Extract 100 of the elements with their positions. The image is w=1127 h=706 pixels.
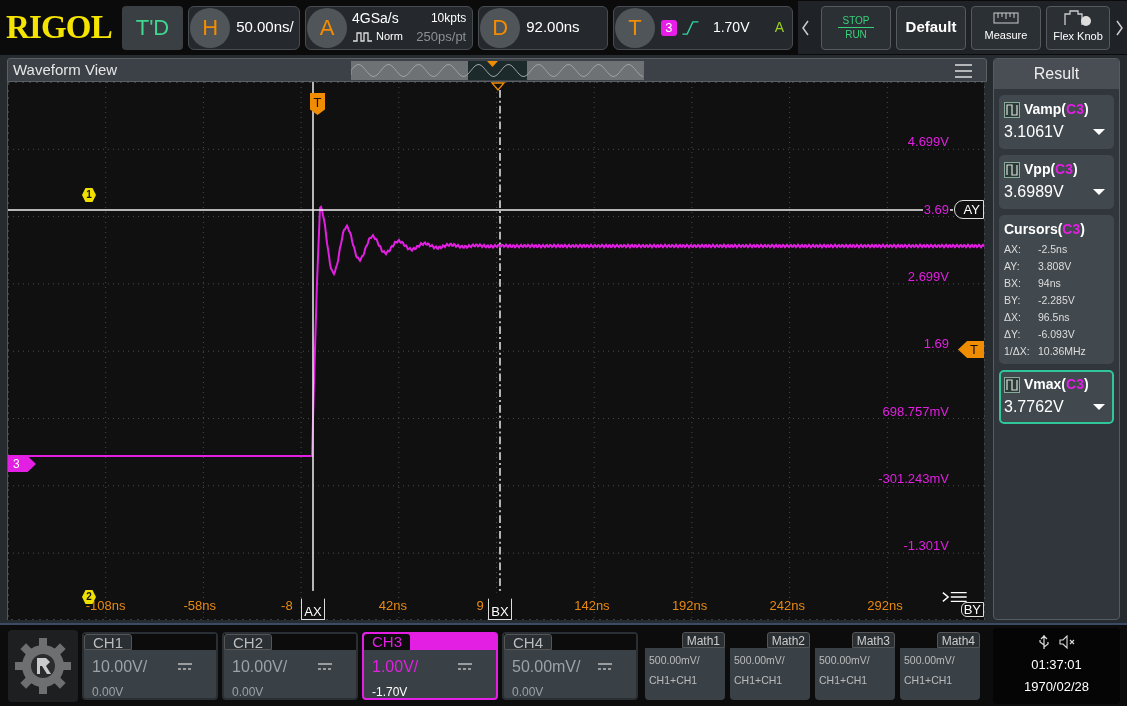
measurement-card[interactable]: Vmax(C3) 3.7762V: [999, 370, 1114, 424]
cursor-list-icon[interactable]: [942, 590, 967, 604]
run-stop-button[interactable]: STOP RUN: [821, 5, 891, 50]
channel-marker[interactable]: 3: [8, 456, 36, 472]
square-wave-icon: [1004, 101, 1020, 118]
channel-offset: 0.00V: [91, 683, 125, 701]
channel-tab[interactable]: CH1: [84, 633, 132, 650]
channel-tab[interactable]: CH4: [504, 633, 552, 650]
channel-tab[interactable]: CH3: [364, 633, 410, 650]
axis-label: 1.69: [922, 337, 950, 351]
cursor-tag[interactable]: AY: [954, 200, 984, 219]
dc-coupling-icon: [178, 663, 192, 670]
cursor-value: -2.5ns: [1038, 242, 1069, 256]
waveform-navigator-drawing[interactable]: [351, 61, 644, 80]
channel-offset: -1.70V: [371, 683, 409, 701]
axis-label: -8: [281, 599, 293, 612]
axis-label: 42ns: [378, 599, 407, 612]
measurement-title: Vmax(C3): [1024, 375, 1089, 394]
math-tab[interactable]: Math2: [766, 631, 810, 648]
axis-label: 142ns: [574, 599, 610, 612]
math-expression: CH1+CH1: [648, 673, 699, 689]
math-expression: CH1+CH1: [818, 673, 869, 689]
square-wave-icon: [1004, 161, 1020, 178]
cursor-line[interactable]: [8, 209, 953, 211]
cursor-value: -6.093V: [1038, 327, 1076, 341]
math-tab[interactable]: Math4: [936, 631, 980, 648]
trigger-marker[interactable]: T: [310, 93, 325, 115]
channel-scale: 10.00V/: [232, 656, 288, 677]
cursor-value: -2.285V: [1038, 293, 1076, 307]
dropdown-icon[interactable]: [1093, 129, 1105, 135]
axis-label: 2.699V: [906, 269, 950, 283]
channel-scale: 10.00V/: [92, 656, 148, 677]
math-tab[interactable]: Math3: [851, 631, 895, 648]
clock-time: 01:37:01: [1031, 655, 1082, 674]
acquisition-mode: Norm: [376, 29, 403, 45]
dropdown-icon[interactable]: [1093, 189, 1105, 195]
usb-icon: [1038, 634, 1049, 650]
trigger-source: 3: [660, 19, 677, 36]
math-card[interactable]: Math3 500.00mV/ CH1+CH1: [815, 631, 895, 700]
channel-card[interactable]: CH1 10.00V/ 0.00V: [82, 631, 218, 700]
dc-coupling-icon: [458, 663, 472, 670]
sample-rate: 4GSa/s: [352, 8, 399, 27]
flex-knob-button[interactable]: Flex Knob: [1046, 5, 1110, 50]
measurement-value: 3.1061V: [1004, 122, 1064, 142]
math-tab[interactable]: Math1: [681, 631, 725, 648]
channel-scale: 50.00mV/: [512, 656, 581, 677]
trigger-level: 1.70V: [712, 18, 750, 37]
cursor-value: 10.36MHz: [1038, 344, 1087, 358]
chevron-left-icon[interactable]: [801, 19, 810, 36]
timebase-value: 50.00ns/: [236, 17, 294, 38]
gear-logo-icon[interactable]: [13, 635, 73, 696]
cursor-label: ΔX:: [1004, 310, 1022, 324]
measurement-value: 3.7762V: [1004, 397, 1064, 417]
math-scale: 500.00mV/: [733, 652, 786, 668]
cursor-tag[interactable]: BX: [488, 590, 512, 620]
cursor-label: AX:: [1004, 242, 1022, 256]
axis-label: -1.301V: [902, 539, 950, 553]
pulse-icon: [352, 30, 373, 43]
mute-icon[interactable]: [1058, 635, 1075, 649]
math-scale: 500.00mV/: [903, 652, 956, 668]
channel-scale: 1.00V/: [372, 656, 419, 677]
measurement-title: Vamp(C3): [1024, 100, 1089, 119]
axis-label: 242ns: [769, 599, 805, 612]
math-card[interactable]: Math1 500.00mV/ CH1+CH1: [645, 631, 725, 700]
cursor-tag[interactable]: BY: [960, 602, 984, 617]
trigger-marker[interactable]: T: [958, 341, 984, 358]
dropdown-icon[interactable]: [1093, 404, 1105, 410]
math-expression: CH1+CH1: [903, 673, 954, 689]
clock-date: 1970/02/28: [1023, 678, 1090, 696]
measurement-title: Cursors(C3): [1004, 220, 1085, 239]
channel-tab[interactable]: CH2: [224, 633, 272, 650]
axis-label: 9: [476, 599, 484, 612]
math-card[interactable]: Math2 500.00mV/ CH1+CH1: [730, 631, 810, 700]
measure-button[interactable]: Measure: [971, 5, 1041, 50]
cursor-value: 3.808V: [1038, 259, 1073, 273]
axis-label: 192ns: [671, 599, 708, 612]
axis-label: -58ns: [183, 599, 216, 612]
math-card[interactable]: Math4 500.00mV/ CH1+CH1: [900, 631, 980, 700]
rising-edge-icon: [680, 19, 699, 36]
measurement-card[interactable]: Vpp(C3) 3.6989V: [999, 155, 1114, 209]
reference-marker: 1: [82, 188, 96, 202]
math-scale: 500.00mV/: [818, 652, 871, 668]
channel-card[interactable]: CH2 10.00V/ 0.00V: [222, 631, 358, 700]
delay-marker-icon: [491, 82, 505, 91]
channel-card[interactable]: CH4 50.00mV/ 0.00V: [502, 631, 638, 700]
resolution: 250ps/pt: [416, 27, 467, 46]
default-button[interactable]: Default: [896, 5, 966, 50]
cursor-line[interactable]: [499, 90, 501, 592]
brand-logo: RIGOL: [6, 11, 113, 44]
mode-button[interactable]: T'D: [121, 5, 184, 50]
menu-icon[interactable]: [955, 64, 972, 78]
chevron-right-icon[interactable]: [1115, 19, 1124, 36]
cursor-tag[interactable]: AX: [301, 590, 325, 620]
cursor-value: 96.5ns: [1038, 310, 1071, 324]
channel-card[interactable]: CH3 1.00V/ -1.70V: [362, 631, 498, 700]
dc-coupling-icon: [318, 663, 332, 670]
measurement-title: Vpp(C3): [1024, 160, 1078, 179]
measurement-card[interactable]: Vamp(C3) 3.1061V: [999, 95, 1114, 149]
cursor-readout-card[interactable]: Cursors(C3) AX: -2.5ns AY: 3.808V BX: 94ns BY: -2.285V ΔX: 96.5ns ΔY: -6.093V 1/ΔX: 10.36MHz: [999, 215, 1114, 364]
cursor-value: 94ns: [1038, 276, 1062, 290]
